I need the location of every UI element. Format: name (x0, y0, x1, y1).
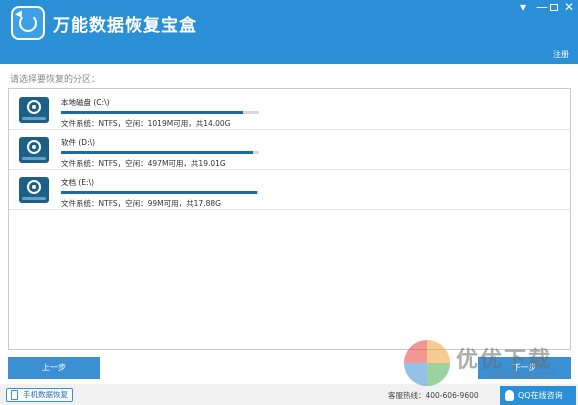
qq-consult-button[interactable]: QQ在线咨询 (500, 386, 576, 405)
close-button[interactable]: ✕ (560, 0, 578, 16)
usage-bar (61, 151, 259, 154)
phone-icon (11, 390, 18, 400)
mobile-recovery-button[interactable]: 手机数据恢复 (6, 388, 73, 402)
partition-name: 软件 (D:\) (61, 138, 96, 147)
app-logo-icon (11, 6, 45, 40)
next-step-button[interactable]: 下一步 (478, 357, 571, 379)
partition-info: 文件系统：NTFS，空闲：1019M可用，共14.00G (61, 119, 231, 128)
hard-drive-icon (19, 177, 49, 205)
menu-dropdown-icon[interactable]: ▾ (514, 0, 532, 16)
usage-bar (61, 191, 259, 194)
register-link[interactable]: 注册 (553, 49, 569, 60)
maximize-icon (550, 4, 558, 11)
usage-bar (61, 111, 259, 114)
partition-list: 本地磁盘 (C:\) 文件系统：NTFS，空闲：1019M可用，共14.00G … (8, 88, 571, 350)
previous-step-button[interactable]: 上一步 (8, 357, 100, 379)
qq-icon (505, 390, 514, 401)
partition-info: 文件系统：NTFS，空闲：99M可用，共17.88G (61, 199, 221, 208)
partition-name: 文档 (E:\) (61, 178, 95, 187)
partition-item-d[interactable]: 软件 (D:\) 文件系统：NTFS，空闲：497M可用，共19.01G (9, 131, 570, 170)
app-title: 万能数据恢复宝盒 (53, 16, 197, 36)
usage-bar-fill (61, 111, 244, 114)
partition-item-c[interactable]: 本地磁盘 (C:\) 文件系统：NTFS，空闲：1019M可用，共14.00G (9, 91, 570, 130)
hard-drive-icon (19, 97, 49, 125)
usage-bar-fill (61, 151, 254, 154)
hard-drive-icon (19, 137, 49, 165)
support-hotline: 客服热线：400-606-9600 (388, 391, 479, 400)
mobile-recovery-label: 手机数据恢复 (23, 390, 68, 399)
partition-name: 本地磁盘 (C:\) (61, 98, 110, 107)
partition-info: 文件系统：NTFS，空闲：497M可用，共19.01G (61, 159, 226, 168)
usage-bar-fill (61, 191, 258, 194)
partition-item-e[interactable]: 文档 (E:\) 文件系统：NTFS，空闲：99M可用，共17.88G (9, 171, 570, 210)
footer-bar: 手机数据恢复 客服热线：400-606-9600 (0, 384, 578, 405)
title-bar: 万能数据恢复宝盒 ▾ — ✕ 注册 (0, 0, 578, 64)
qq-consult-label: QQ在线咨询 (518, 391, 563, 400)
select-partition-prompt: 请选择要恢复的分区： (10, 75, 101, 85)
